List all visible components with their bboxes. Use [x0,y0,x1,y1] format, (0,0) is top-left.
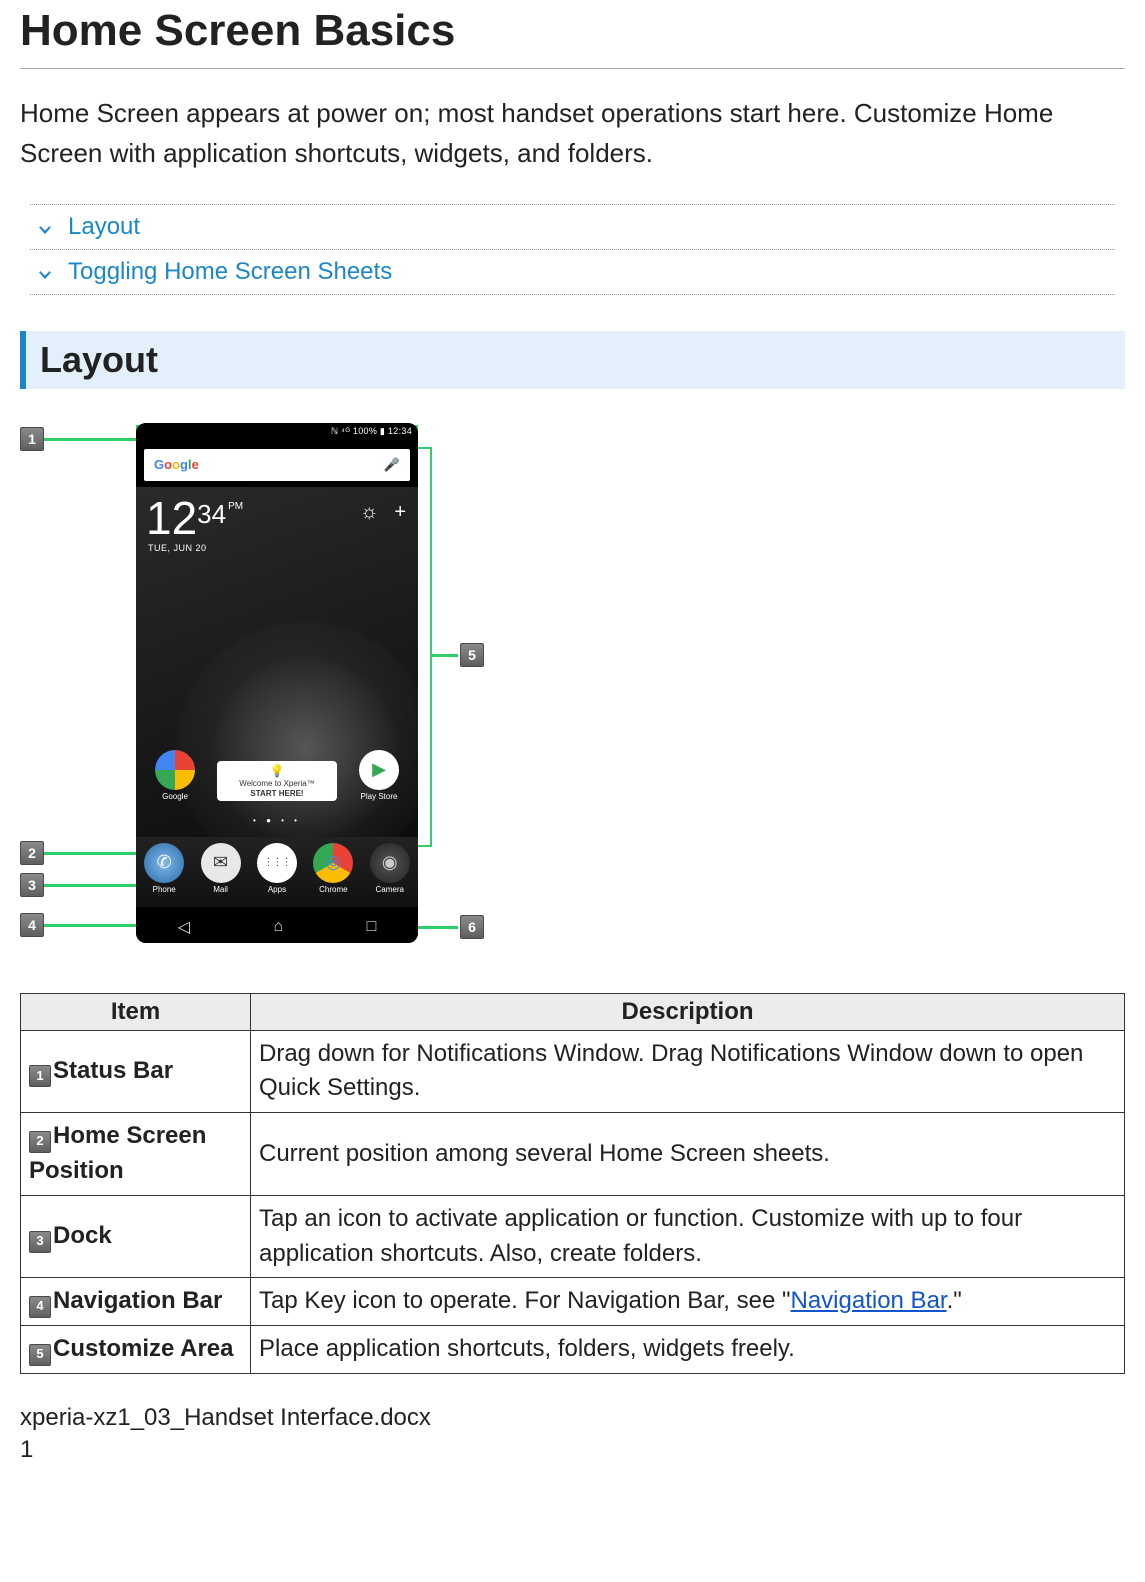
toc-item-toggling[interactable]: Toggling Home Screen Sheets [30,250,1115,295]
welcome-line1: Welcome to Xperia™ [239,779,314,788]
clock-hours: 12 [146,495,197,541]
google-folder[interactable]: Google [151,750,199,801]
row-desc: Tap Key icon to operate. For Navigation … [251,1278,1125,1326]
row-num-badge: 2 [29,1131,51,1153]
camera-icon: ◉ [370,843,410,883]
table-row: 5Customize Area Place application shortc… [21,1326,1125,1374]
callout-1-badge: 1 [20,427,44,451]
phone-navigation-bar: ◁ ⌂ □ [136,907,418,943]
toc-link[interactable]: Toggling Home Screen Sheets [68,258,392,286]
dock-app-phone[interactable]: ✆ Phone [140,843,188,894]
row-desc: Drag down for Notifications Window. Drag… [251,1030,1125,1113]
table-row: 3Dock Tap an icon to activate applicatio… [21,1195,1125,1278]
app-label: Chrome [319,885,347,894]
row-num-badge: 4 [29,1296,51,1318]
row-num-badge: 5 [29,1344,51,1366]
guide-line [44,884,136,887]
footer-page-number: 1 [20,1436,1125,1464]
apps-icon: ⋮⋮⋮ [257,843,297,883]
navigation-bar-link[interactable]: Navigation Bar [790,1287,946,1314]
plus-icon: + [394,501,406,524]
page-indicator-dots[interactable]: • ● • • [136,816,418,825]
row-name: Status Bar [53,1057,173,1084]
nav-home-icon[interactable]: ⌂ [273,918,283,936]
row-desc: Current position among several Home Scre… [251,1113,1125,1196]
app-label: Camera [376,885,404,894]
clock-date: TUE, JUN 20 [148,543,207,553]
guide-line [432,654,458,657]
row-name: Dock [53,1222,112,1249]
callout-3-badge: 3 [20,873,44,897]
guide-line [44,438,136,441]
table-of-contents: Layout Toggling Home Screen Sheets [30,204,1115,295]
guide-line [44,852,136,855]
weather-widget[interactable]: ☼ + [360,501,406,524]
mail-icon: ✉ [201,843,241,883]
nav-back-icon[interactable]: ◁ [178,917,190,937]
layout-items-table: Item Description 1Status Bar Drag down f… [20,993,1125,1374]
app-label: Mail [213,885,228,894]
clock-widget[interactable]: 12 34 PM [146,495,243,541]
table-row: 2Home Screen Position Current position a… [21,1113,1125,1196]
footer-filename: xperia-xz1_03_Handset Interface.docx [20,1404,1125,1432]
app-label: Play Store [361,792,398,801]
welcome-widget[interactable]: 💡 Welcome to Xperia™ START HERE! [217,761,337,801]
phone-status-bar: ℕ ⁴ᴳ 100% ▮ 12:34 [136,423,418,443]
google-logo: Google [154,457,199,472]
nav-recents-icon[interactable]: □ [367,918,377,936]
callout-2-badge: 2 [20,841,44,865]
phone-dock: ✆ Phone ✉ Mail ⋮⋮⋮ Apps ◎ Chrome ◉ Camera [136,837,418,907]
folder-icon [155,750,195,790]
title-rule [20,68,1125,69]
callout-4-badge: 4 [20,913,44,937]
guide-line [44,924,136,927]
welcome-line2: START HERE! [250,789,303,798]
dock-app-chrome[interactable]: ◎ Chrome [309,843,357,894]
row-num-badge: 1 [29,1065,51,1087]
row-name: Navigation Bar [53,1287,222,1314]
table-header-description: Description [251,993,1125,1030]
app-label: Google [162,792,188,801]
app-label: Phone [153,885,176,894]
app-label: Apps [268,885,286,894]
layout-diagram: 1 2 3 4 5 6 ℕ ⁴ᴳ 100% ▮ 12:34 Google 🎤 1… [20,423,560,983]
dock-app-apps[interactable]: ⋮⋮⋮ Apps [253,843,301,894]
table-row: 4Navigation Bar Tap Key icon to operate.… [21,1278,1125,1326]
home-app-row: Google 💡 Welcome to Xperia™ START HERE! … [136,750,418,801]
dock-app-camera[interactable]: ◉ Camera [366,843,414,894]
phone-mock: ℕ ⁴ᴳ 100% ▮ 12:34 Google 🎤 12 34 PM TUE,… [136,423,418,943]
callout-5-badge: 5 [460,643,484,667]
row-desc: Tap an icon to activate application or f… [251,1195,1125,1278]
row-desc: Place application shortcuts, folders, wi… [251,1326,1125,1374]
down-arrow-icon [34,261,56,283]
clock-ampm: PM [228,501,243,512]
clock-minutes: 34 [197,499,226,530]
page-title: Home Screen Basics [20,6,1125,56]
callout-6-badge: 6 [460,915,484,939]
dock-app-mail[interactable]: ✉ Mail [197,843,245,894]
phone-icon: ✆ [144,843,184,883]
row-name: Customize Area [53,1335,234,1362]
section-heading-layout: Layout [20,331,1125,389]
play-icon: ▶ [359,750,399,790]
guide-bracket-customize [418,447,432,847]
row-num-badge: 3 [29,1231,51,1253]
row-name: Home Screen Position [29,1122,206,1184]
play-store-app[interactable]: ▶ Play Store [355,750,403,801]
intro-paragraph: Home Screen appears at power on; most ha… [20,93,1125,174]
chrome-icon: ◎ [313,843,353,883]
toc-item-layout[interactable]: Layout [30,205,1115,250]
toc-link[interactable]: Layout [68,213,140,241]
table-header-item: Item [21,993,251,1030]
table-row: 1Status Bar Drag down for Notifications … [21,1030,1125,1113]
sun-icon: ☼ [360,501,378,524]
google-search-widget[interactable]: Google 🎤 [144,449,410,481]
phone-wallpaper-area: 12 34 PM TUE, JUN 20 ☼ + Google 💡 Welcom… [136,487,418,837]
mic-icon[interactable]: 🎤 [384,457,400,473]
down-arrow-icon [34,216,56,238]
